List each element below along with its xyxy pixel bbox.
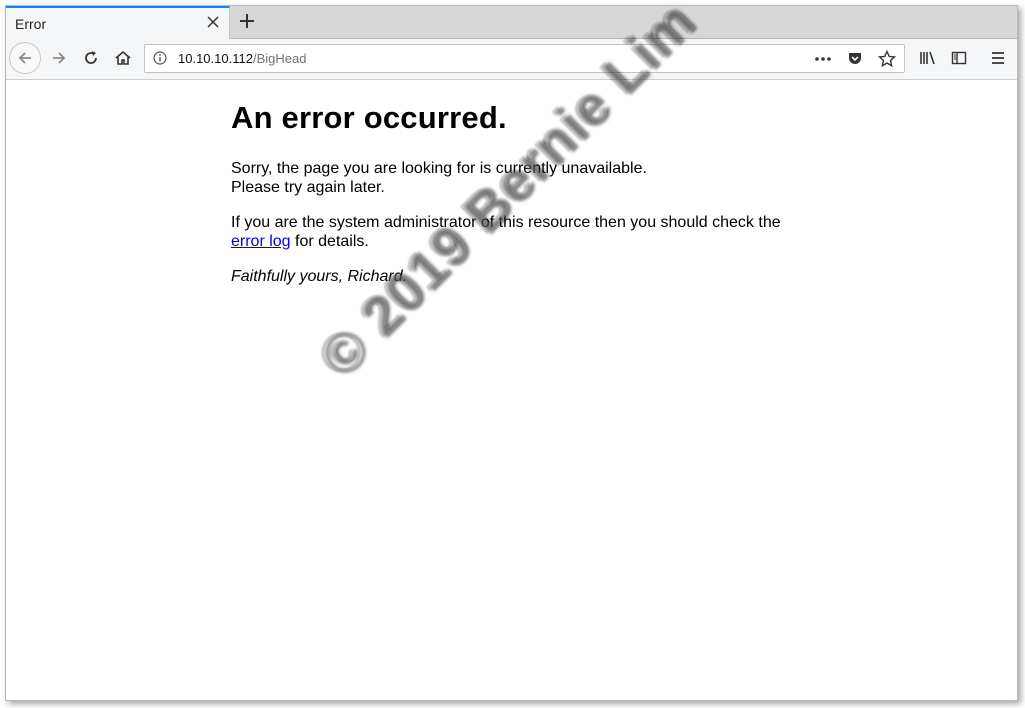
error-log-link[interactable]: error log: [231, 233, 291, 250]
plus-icon[interactable]: [236, 10, 258, 32]
nav-bar: 10.10.10.112/BigHead: [6, 39, 1017, 80]
page-title: An error occurred.: [231, 100, 507, 135]
browser-window: Error 10.10.10.112/BigHead An error occu…: [5, 5, 1018, 701]
tab-strip: Error: [6, 6, 1017, 39]
info-icon[interactable]: [153, 51, 167, 65]
url-host: 10.10.10.112: [178, 51, 253, 66]
arrow-left-icon[interactable]: [9, 42, 41, 74]
url-text[interactable]: 10.10.10.112/BigHead: [178, 51, 306, 66]
library-icon[interactable]: [914, 44, 942, 72]
url-bar[interactable]: 10.10.10.112/BigHead: [144, 44, 905, 73]
unavailable-line: Sorry, the page you are looking for is c…: [231, 160, 647, 177]
tab-title: Error: [15, 16, 47, 32]
page-content: An error occurred. Sorry, the page you a…: [6, 6, 1017, 700]
signature: Faithfully yours, Richard.: [231, 268, 408, 285]
more-horizontal-icon[interactable]: [812, 48, 834, 70]
close-icon[interactable]: [205, 14, 221, 30]
pocket-icon[interactable]: [844, 48, 866, 70]
retry-line: Please try again later.: [231, 179, 385, 196]
hamburger-menu-icon[interactable]: [984, 44, 1012, 72]
sidebar-icon[interactable]: [945, 44, 973, 72]
arrow-right-icon[interactable]: [45, 44, 73, 72]
admin-suffix: for details.: [290, 233, 369, 250]
url-path: /BigHead: [252, 51, 307, 66]
home-icon[interactable]: [109, 44, 137, 72]
reload-icon[interactable]: [77, 44, 105, 72]
tab-error[interactable]: Error: [6, 6, 230, 39]
star-icon[interactable]: [876, 48, 898, 70]
